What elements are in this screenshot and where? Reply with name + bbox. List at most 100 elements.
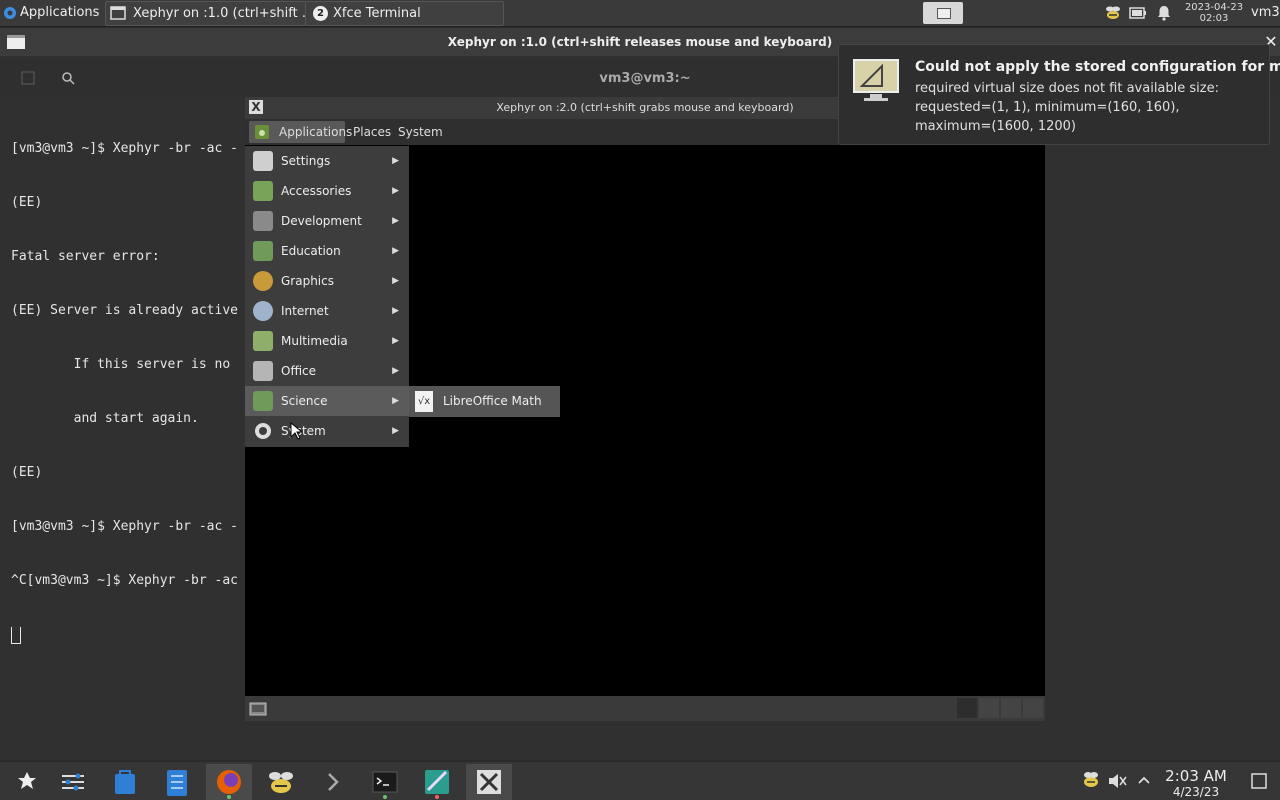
submenu-item-label: LibreOffice Math xyxy=(443,394,542,408)
menu-item-internet[interactable]: Internet ▶ xyxy=(245,296,409,326)
taskbar-clock[interactable]: 2:03 AM 4/23/23 xyxy=(1160,767,1232,799)
terminal-line: (EE) xyxy=(11,465,43,480)
notification-title: Could not apply the stored configuration… xyxy=(915,59,1280,75)
applications-menu: Settings ▶ Accessories ▶ Development ▶ E… xyxy=(245,146,409,447)
battery-icon[interactable] xyxy=(1129,7,1147,19)
task-button-terminal[interactable]: 2 Xfce Terminal xyxy=(305,1,504,26)
xorg-icon[interactable] xyxy=(466,764,512,800)
bottom-taskbar: 2:03 AM 4/23/23 xyxy=(0,762,1280,800)
firefox-icon[interactable] xyxy=(206,764,252,800)
file-manager-icon[interactable] xyxy=(154,764,200,800)
workspace-switcher[interactable] xyxy=(923,2,963,24)
internet-icon xyxy=(253,301,273,321)
bee-tray-icon[interactable] xyxy=(1081,771,1101,789)
display-settings-icon xyxy=(853,59,899,101)
menu-item-label: Science xyxy=(281,394,328,408)
submenu-arrow-icon: ▶ xyxy=(392,306,399,316)
launcher-icon[interactable] xyxy=(4,764,50,800)
workspace-4[interactable] xyxy=(1023,698,1043,718)
menu-item-label: Development xyxy=(281,214,362,228)
new-tab-icon[interactable] xyxy=(21,71,35,85)
top-clock[interactable]: 2023-04-23 02:03 xyxy=(1184,2,1244,24)
notification-line: requested=(1, 1), minimum=(160, 160), xyxy=(915,100,1180,115)
terminal-cursor xyxy=(11,627,21,644)
applications-menu-button[interactable]: Applications xyxy=(2,0,104,26)
menu-item-system[interactable]: System ▶ xyxy=(245,416,409,446)
show-desktop-icon[interactable] xyxy=(1251,773,1267,789)
bee-app-icon[interactable] xyxy=(258,764,304,800)
menu-item-label: Internet xyxy=(281,304,329,318)
submenu-arrow-icon: ▶ xyxy=(392,276,399,286)
submenu-arrow-icon: ▶ xyxy=(392,216,399,226)
menu-item-graphics[interactable]: Graphics ▶ xyxy=(245,266,409,296)
menu-item-label: Office xyxy=(281,364,317,378)
settings-sliders-icon[interactable] xyxy=(50,764,96,800)
terminal-output[interactable]: [vm3@vm3 ~]$ Xephyr -br -ac - (EE) Fatal… xyxy=(11,104,238,662)
menu-item-office[interactable]: Office ▶ xyxy=(245,356,409,386)
show-desktop-icon[interactable] xyxy=(249,701,267,716)
education-icon xyxy=(253,241,273,261)
terminal-line: Fatal server error: xyxy=(11,249,160,264)
notification-popup[interactable]: Could not apply the stored configuration… xyxy=(838,44,1280,145)
task-button-xephyr[interactable]: Xephyr on :1.0 (ctrl+shift ... xyxy=(105,1,306,26)
accessories-icon xyxy=(253,181,273,201)
office-icon xyxy=(253,361,273,381)
menu-item-label: Education xyxy=(281,244,341,258)
volume-muted-icon[interactable] xyxy=(1107,772,1127,790)
menubar-places[interactable]: Places xyxy=(353,119,391,145)
chevron-up-icon[interactable] xyxy=(1137,774,1151,786)
software-store-icon[interactable] xyxy=(102,764,148,800)
menu-item-accessories[interactable]: Accessories ▶ xyxy=(245,176,409,206)
run-command-icon[interactable] xyxy=(310,764,356,800)
menu-item-label: Accessories xyxy=(281,184,352,198)
bee-tray-icon[interactable] xyxy=(1104,5,1122,21)
bell-icon[interactable] xyxy=(1157,5,1171,21)
libreoffice-math-icon: √x xyxy=(415,391,433,412)
menubar-applications-label: Applications xyxy=(279,125,353,139)
multimedia-icon xyxy=(253,331,273,351)
inner-bottom-panel xyxy=(245,696,1045,721)
menu-item-label: Settings xyxy=(281,154,331,168)
menu-item-label: Multimedia xyxy=(281,334,348,348)
workspace-2[interactable] xyxy=(979,698,999,718)
notification-line: maximum=(1600, 1200) xyxy=(915,119,1076,134)
taskbar-time: 2:03 AM xyxy=(1165,767,1227,785)
workspace-3[interactable] xyxy=(1001,698,1021,718)
terminal-line: [vm3@vm3 ~]$ Xephyr -br -ac - xyxy=(11,519,238,534)
menu-item-multimedia[interactable]: Multimedia ▶ xyxy=(245,326,409,356)
submenu-arrow-icon: ▶ xyxy=(392,426,399,436)
submenu-arrow-icon: ▶ xyxy=(392,366,399,376)
submenu-arrow-icon: ▶ xyxy=(392,186,399,196)
app-icon[interactable] xyxy=(414,764,460,800)
applications-label: Applications xyxy=(20,5,100,20)
submenu-arrow-icon: ▶ xyxy=(392,246,399,256)
search-icon[interactable] xyxy=(61,71,75,85)
menu-item-label: Graphics xyxy=(281,274,334,288)
menu-item-development[interactable]: Development ▶ xyxy=(245,206,409,236)
settings-icon xyxy=(253,151,273,171)
xfce-logo-icon xyxy=(4,7,16,19)
menu-item-science[interactable]: Science ▶ xyxy=(245,386,409,416)
mouse-pointer-icon xyxy=(290,422,302,440)
notification-body: required virtual size does not fit avail… xyxy=(915,79,1255,136)
clock-time: 02:03 xyxy=(1199,13,1229,24)
menubar-system[interactable]: System xyxy=(398,119,443,145)
user-label[interactable]: vm3 xyxy=(1251,0,1280,26)
submenu-item-libreoffice-math[interactable]: √x LibreOffice Math xyxy=(409,386,560,417)
task-count-badge: 2 xyxy=(313,6,328,21)
menu-item-settings[interactable]: Settings ▶ xyxy=(245,146,409,176)
terminal-line: and start again. xyxy=(11,411,199,426)
terminal-line: If this server is no xyxy=(11,357,231,372)
menubar-applications[interactable]: Applications xyxy=(249,121,352,143)
workspace-1[interactable] xyxy=(957,698,977,718)
gnome-foot-icon xyxy=(255,125,269,139)
science-submenu: √x LibreOffice Math xyxy=(409,386,560,417)
graphics-icon xyxy=(253,271,273,291)
task-label: Xfce Terminal xyxy=(333,6,421,21)
terminal-icon[interactable] xyxy=(362,764,408,800)
menu-item-education[interactable]: Education ▶ xyxy=(245,236,409,266)
terminal-line: (EE) Server is already active xyxy=(11,303,238,318)
menu-item-label: System xyxy=(281,424,326,438)
development-icon xyxy=(253,211,273,231)
submenu-arrow-icon: ▶ xyxy=(392,396,399,406)
